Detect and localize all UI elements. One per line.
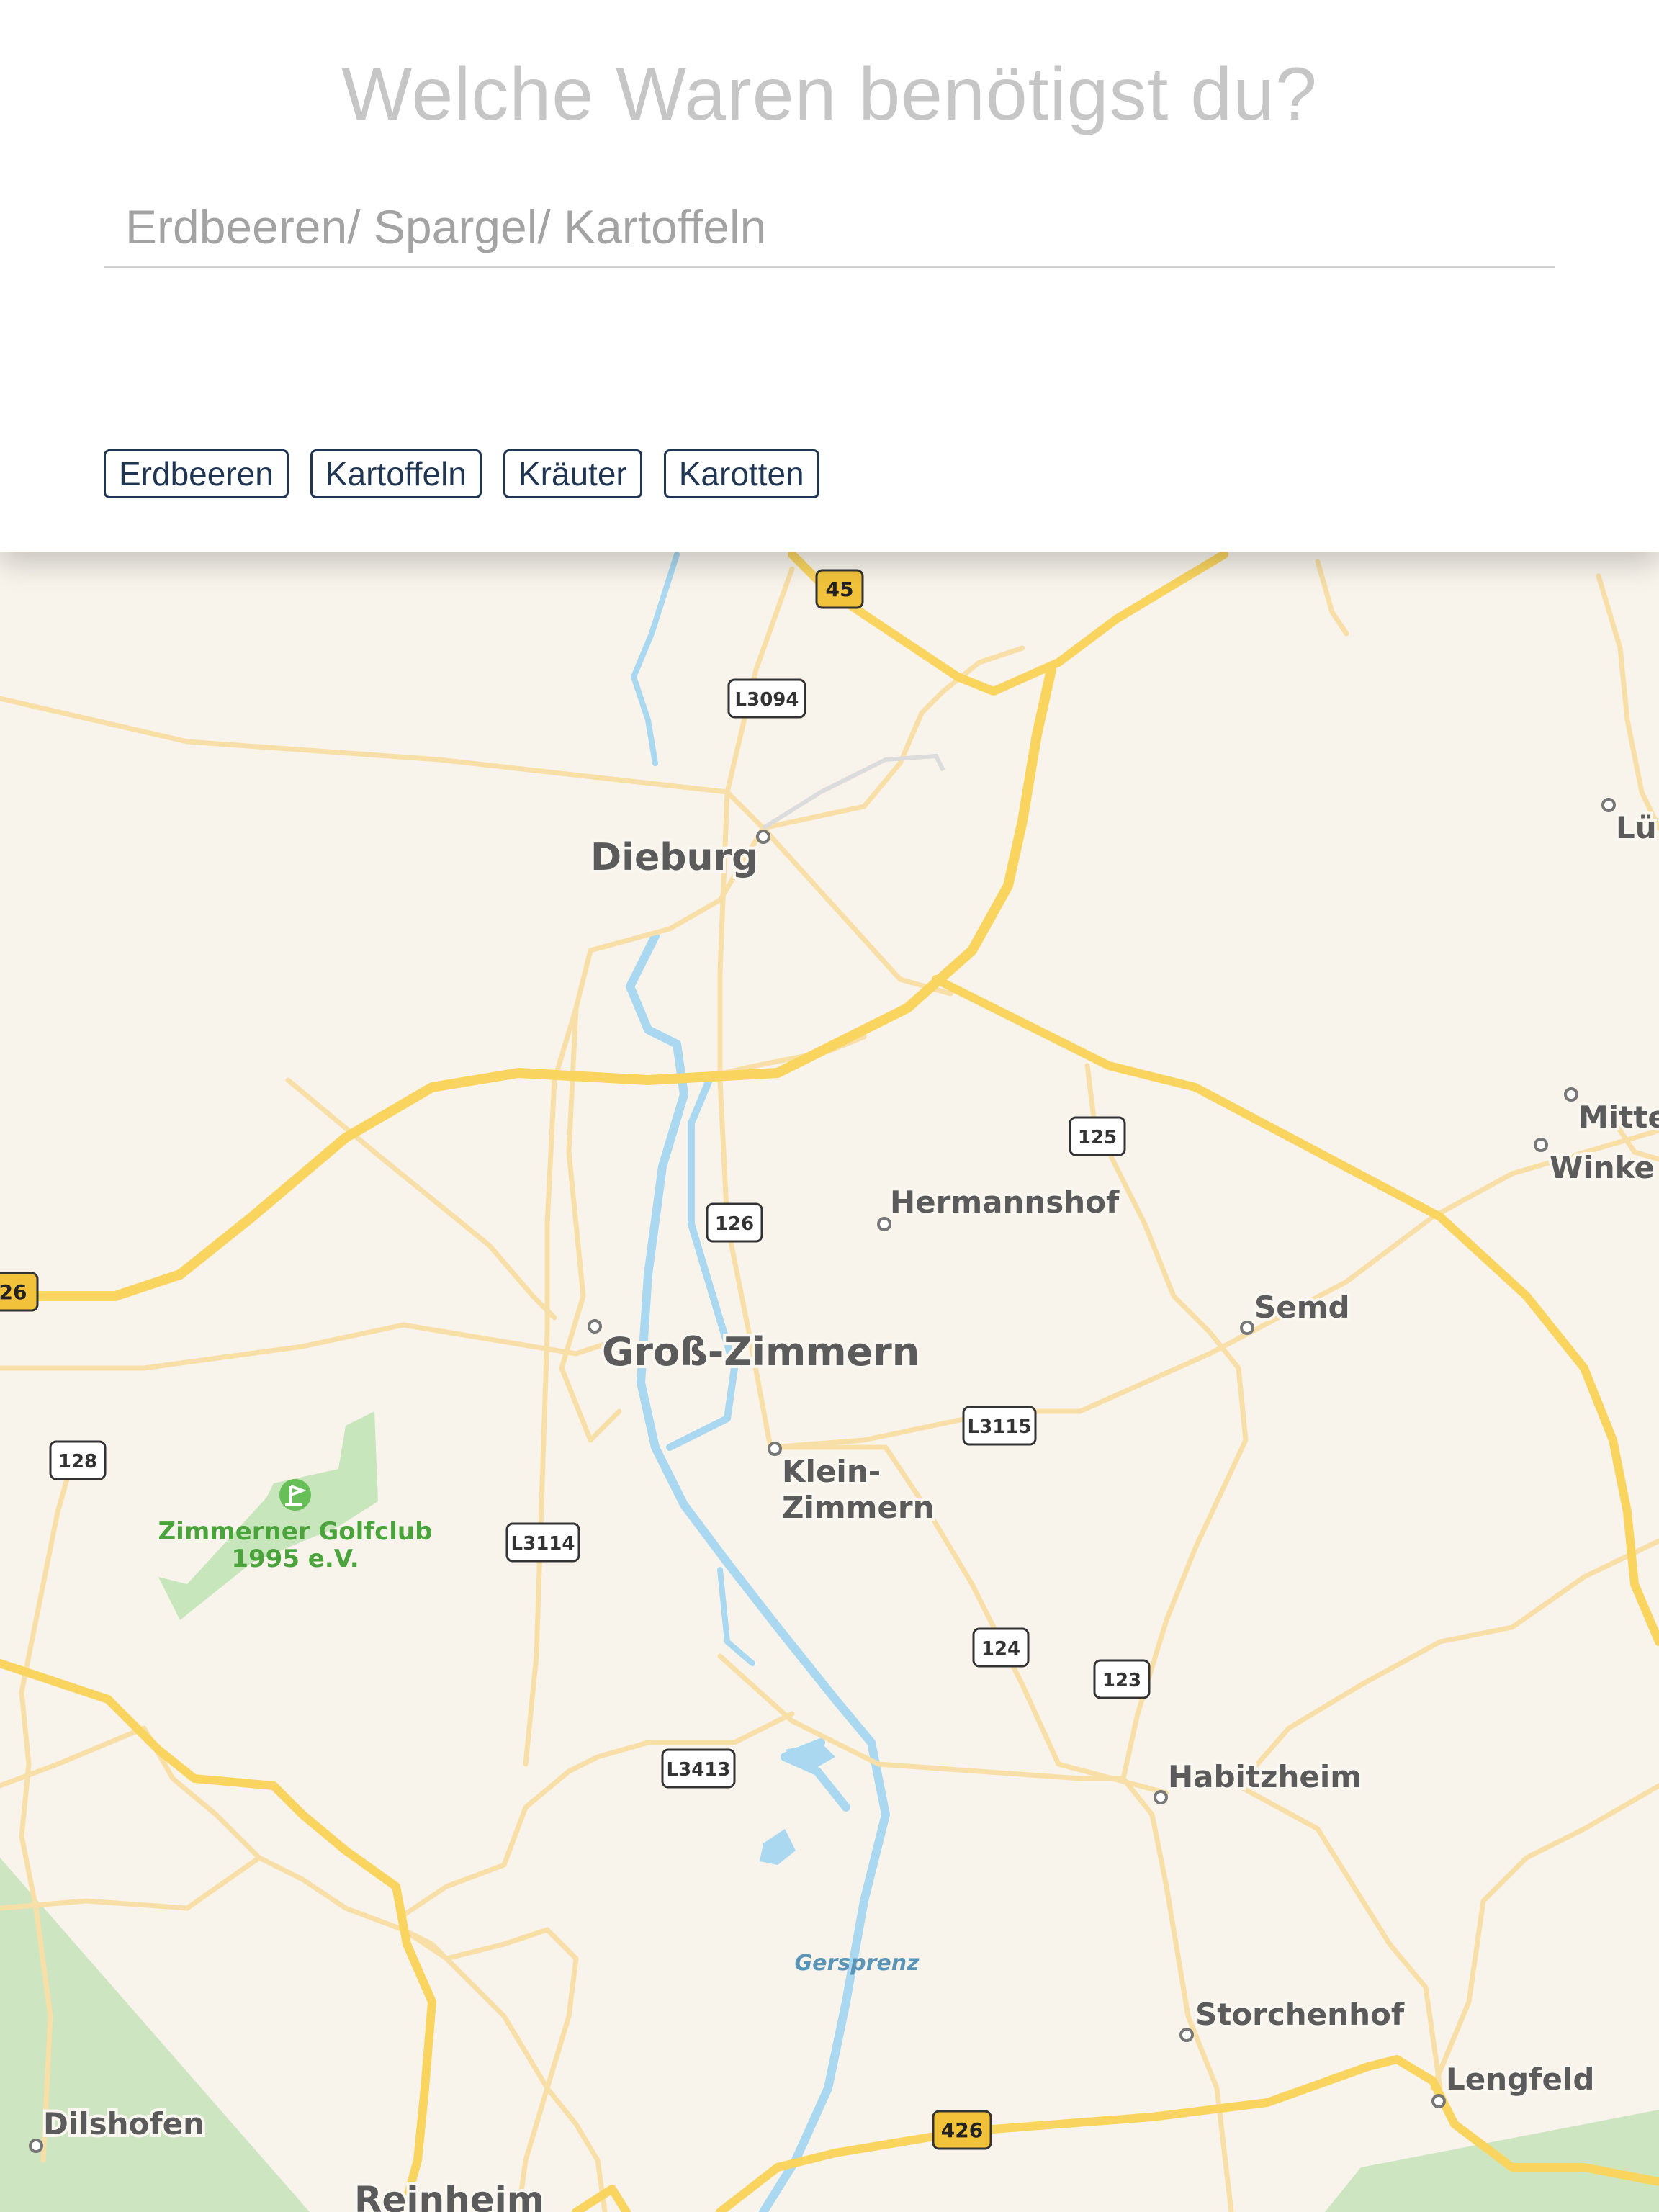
place-label-klein-zimmern-2: Zimmern: [782, 1490, 934, 1525]
road-shield-125: 125: [1069, 1116, 1126, 1156]
place-label-semd: Semd: [1254, 1290, 1350, 1325]
road-shield-l3413-label: L3413: [667, 1759, 731, 1781]
place-label-dilshofen: Dilshofen: [43, 2106, 204, 2141]
river-label-gersprenz: Gersprenz: [794, 1951, 920, 1976]
road-shield-426-label: 426: [941, 2118, 983, 2142]
place-label-lengfeld: Lengfeld: [1446, 2062, 1594, 2097]
road-shield-l3094: L3094: [727, 678, 806, 719]
place-marker-dieburg: [756, 830, 770, 844]
chip-karotten[interactable]: Karotten: [663, 449, 819, 498]
place-marker-gross-zimmern: [588, 1319, 602, 1334]
place-label-dieburg: Dieburg: [590, 836, 758, 879]
road-shield-26-label: 26: [0, 1280, 27, 1304]
page-title: Welche Waren benötigst du?: [341, 53, 1318, 136]
place-label-gross-zimmern: Groß-Zimmern: [602, 1329, 920, 1375]
place-marker-dilshofen: [29, 2139, 43, 2153]
place-marker-lue: [1601, 798, 1616, 812]
road-shield-l3114-label: L3114: [511, 1533, 575, 1555]
search-panel: Welche Waren benötigst du? Erdbeeren Kar…: [0, 0, 1659, 552]
place-label-mitte: Mitte: [1578, 1100, 1659, 1135]
place-marker-storchenhof: [1179, 2028, 1194, 2042]
place-marker-semd: [1240, 1321, 1254, 1335]
place-marker-hermannshof: [877, 1217, 891, 1231]
road-shield-124-label: 124: [981, 1638, 1020, 1660]
place-label-habitzheim: Habitzheim: [1168, 1759, 1362, 1794]
place-label-lue: Lü: [1616, 810, 1657, 845]
road-shield-126-label: 126: [715, 1213, 754, 1235]
road-shield-l3413: L3413: [661, 1748, 736, 1789]
road-shield-45: 45: [815, 569, 864, 609]
road-shield-124: 124: [972, 1627, 1030, 1668]
road-shield-26: 26: [0, 1272, 39, 1312]
road-shield-l3115: L3115: [962, 1406, 1037, 1446]
place-marker-lengfeld: [1431, 2094, 1446, 2108]
place-marker-habitzheim: [1154, 1790, 1168, 1804]
golf-label-line-2: 1995 e.V.: [231, 1545, 359, 1573]
road-shield-126: 126: [706, 1202, 763, 1243]
place-label-hermannshof: Hermannshof: [890, 1184, 1120, 1220]
road-shield-l3114: L3114: [505, 1522, 580, 1563]
place-marker-mitte: [1564, 1087, 1578, 1102]
place-label-reinheim: Reinheim: [354, 2179, 544, 2212]
place-label-klein-zimmern-1: Klein-: [782, 1454, 881, 1489]
golf-label-line-1: Zimmerner Golfclub: [158, 1517, 433, 1546]
road-shield-123: 123: [1093, 1659, 1151, 1699]
place-marker-klein-zimmern: [768, 1442, 782, 1456]
chip-kraeuter[interactable]: Kräuter: [503, 449, 642, 498]
road-shield-128-label: 128: [58, 1451, 97, 1473]
place-label-storchenhof: Storchenhof: [1195, 1997, 1405, 2032]
road-shield-125-label: 125: [1078, 1127, 1117, 1148]
road-shield-426: 426: [932, 2110, 992, 2150]
road-shield-123-label: 123: [1102, 1670, 1141, 1691]
road-shield-l3115-label: L3115: [968, 1416, 1032, 1438]
road-shield-l3094-label: L3094: [735, 689, 799, 711]
place-label-winke: Winke: [1550, 1150, 1655, 1185]
chip-erdbeeren[interactable]: Erdbeeren: [104, 449, 289, 498]
suggestion-chips: Erdbeeren Kartoffeln Kräuter Karotten: [104, 449, 819, 498]
chip-kartoffeln[interactable]: Kartoffeln: [310, 449, 482, 498]
road-shield-128: 128: [49, 1440, 107, 1480]
place-marker-winke: [1534, 1138, 1548, 1152]
goods-search-input[interactable]: [104, 187, 1555, 268]
road-shield-45-label: 45: [826, 577, 854, 601]
